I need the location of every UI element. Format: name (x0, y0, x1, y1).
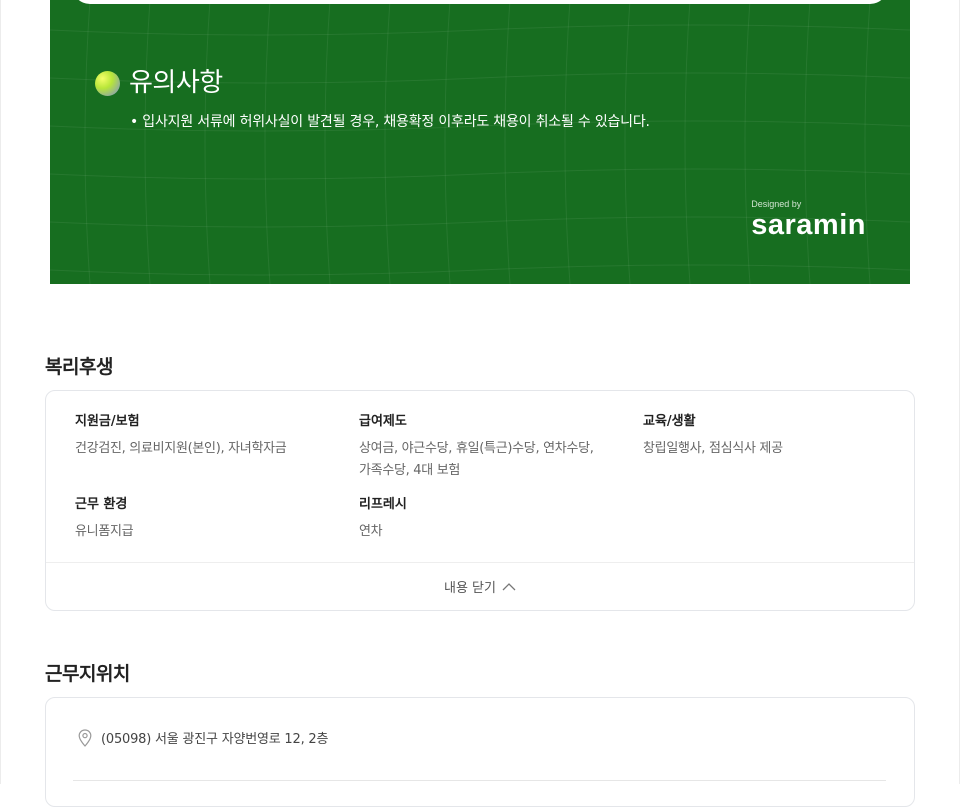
benefit-group-head: 리프레시 (359, 497, 407, 512)
benefit-group-salary: 급여제도 상여금, 야근수당, 휴일(특근)수당, 연차수당, 가족수당, 4대… (359, 412, 604, 482)
notice-header: 유의사항 (95, 66, 223, 100)
page-left-border (0, 0, 1, 784)
location-divider (73, 780, 886, 781)
benefits-card: 지원금/보험 건강검진, 의료비지원(본인), 자녀학자금 급여제도 상여금, … (45, 390, 915, 611)
benefit-group-body: 창립일행사, 점심식사 제공 (643, 441, 783, 456)
benefit-group-body: 연차 (359, 524, 383, 539)
benefit-group-subsidy: 지원금/보험 건강검진, 의료비지원(본인), 자녀학자금 (75, 412, 325, 460)
collapse-label: 내용 닫기 (444, 581, 496, 596)
collapse-button[interactable]: 내용 닫기 (46, 563, 914, 610)
benefit-group-head: 교육/생활 (643, 414, 696, 429)
location-card: (05098) 서울 광진구 자양번영로 12, 2층 (45, 697, 915, 807)
banner-grid-pattern (50, 0, 910, 284)
benefit-group-head: 급여제도 (359, 414, 407, 429)
benefits-title: 복리후생 (45, 356, 113, 378)
orb-icon (95, 70, 120, 96)
notice-banner: 유의사항 • 입사지원 서류에 허위사실이 발견될 경우, 채용확정 이후라도 … (50, 0, 910, 284)
benefit-group-body: 상여금, 야근수당, 휴일(특근)수당, 연차수당, 가족수당, 4대 보험 (359, 441, 594, 478)
notice-text: • 입사지원 서류에 허위사실이 발견될 경우, 채용확정 이후라도 채용이 취… (130, 114, 650, 130)
banner-top-pill (72, 0, 888, 4)
benefit-group-refresh: 리프레시 연차 (359, 495, 609, 543)
address-row: (05098) 서울 광진구 자양번영로 12, 2층 (78, 728, 328, 747)
location-title: 근무지위치 (45, 663, 130, 685)
designer-credit: Designed by saramin (751, 199, 866, 240)
map-pin-icon (78, 728, 92, 747)
benefit-group-head: 지원금/보험 (75, 414, 140, 429)
benefit-group-education: 교육/생활 창립일행사, 점심식사 제공 (643, 412, 893, 460)
benefit-group-environment: 근무 환경 유니폼지급 (75, 495, 325, 543)
benefit-group-body: 유니폼지급 (75, 524, 134, 539)
notice-title: 유의사항 (129, 68, 223, 98)
benefit-group-head: 근무 환경 (75, 497, 128, 512)
chevron-up-icon (502, 582, 516, 590)
benefit-group-body: 건강검진, 의료비지원(본인), 자녀학자금 (75, 441, 287, 456)
address-text: (05098) 서울 광진구 자양번영로 12, 2층 (101, 732, 329, 747)
saramin-logo: saramin (751, 209, 866, 241)
